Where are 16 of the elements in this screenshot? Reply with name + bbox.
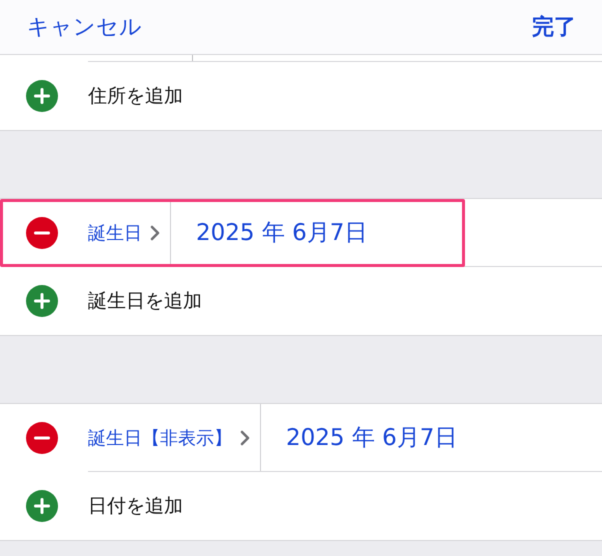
add-row-label[interactable]: 住所を追加	[88, 62, 183, 130]
chevron-icon	[150, 224, 160, 240]
cancel-button[interactable]: キャンセル	[27, 12, 142, 42]
add-row-label[interactable]: 誕生日を追加	[88, 267, 202, 335]
date-value[interactable]: 2025 年 6月7日	[171, 199, 368, 266]
add-icon[interactable]	[26, 80, 58, 112]
label-selector[interactable]: 誕生日	[88, 199, 171, 266]
done-button[interactable]: 完了	[532, 12, 576, 42]
remove-icon[interactable]	[26, 422, 58, 454]
add-row-label[interactable]: 日付を追加	[88, 472, 183, 540]
add-icon[interactable]	[26, 490, 58, 522]
chevron-icon	[240, 430, 250, 446]
remove-icon[interactable]	[26, 217, 58, 249]
label-selector[interactable]: 誕生日【非表示】	[88, 404, 261, 471]
add-icon[interactable]	[26, 285, 58, 317]
date-value[interactable]: 2025 年 6月7日	[261, 404, 458, 471]
